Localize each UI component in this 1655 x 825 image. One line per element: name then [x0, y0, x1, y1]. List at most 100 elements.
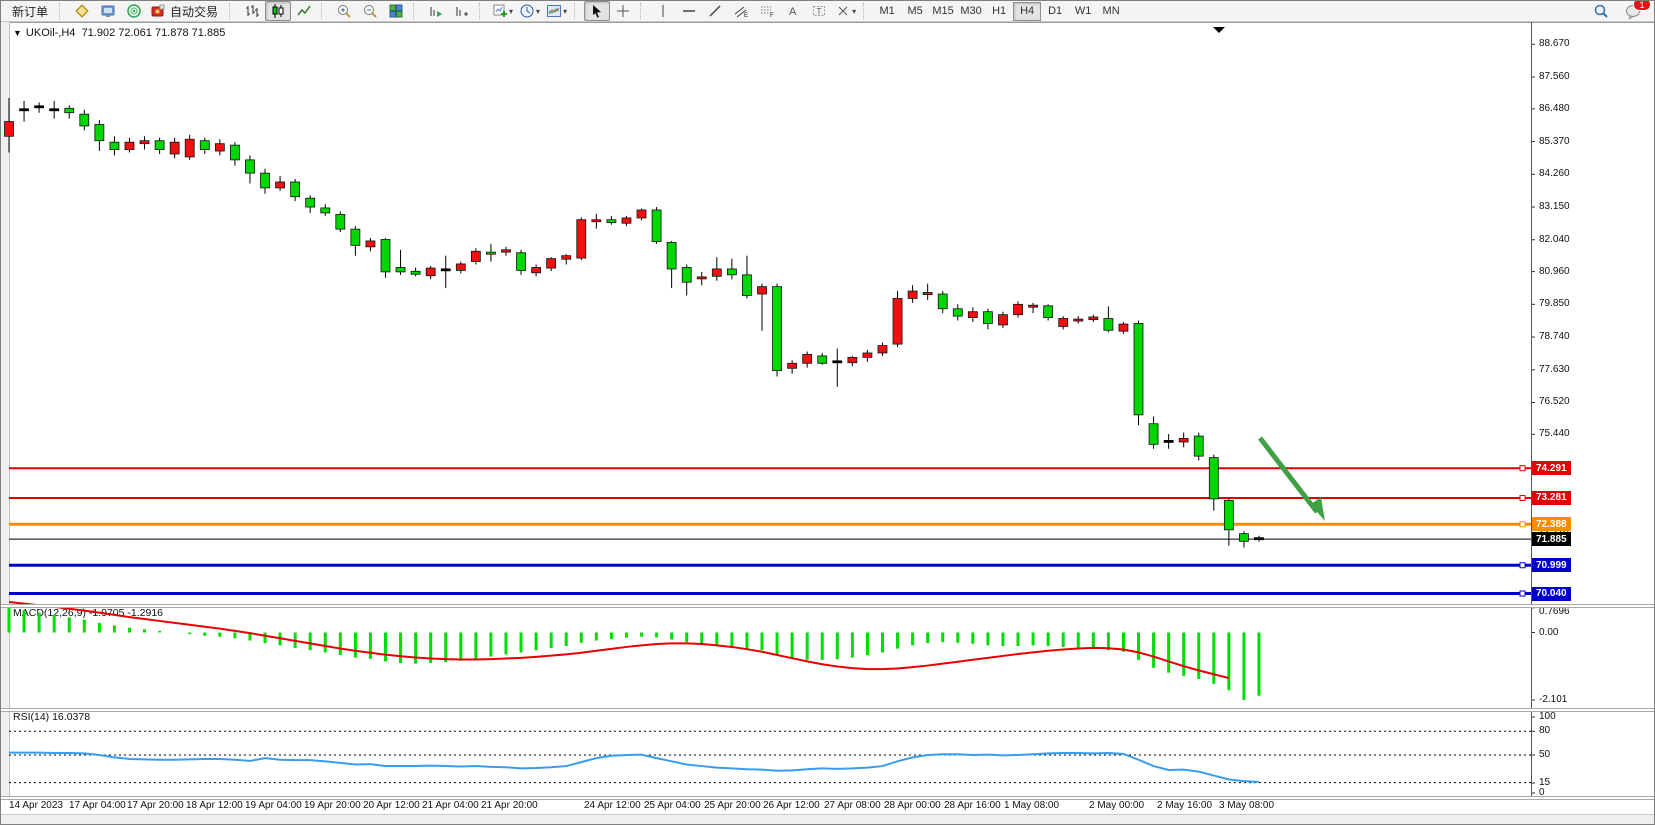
timeframe-button-M5[interactable]: M5: [901, 2, 929, 21]
new-order-button[interactable]: 新订单: [5, 1, 55, 21]
price-axis-border: [1531, 22, 1532, 798]
toolbar-separator: [229, 3, 235, 19]
pane-separator[interactable]: [1, 604, 1655, 608]
chat-button[interactable]: 1: [1620, 1, 1646, 21]
tile-windows-icon: [388, 3, 404, 19]
timeframe-group: M1M5M15M30H1H4D1W1MN: [873, 2, 1125, 21]
timeframe-button-M1[interactable]: M1: [873, 2, 901, 21]
pane-separator[interactable]: [1, 708, 1655, 712]
timeframe-button-M15[interactable]: M15: [929, 2, 957, 21]
shapes-icon: [835, 3, 851, 19]
line-chart-icon: [296, 3, 312, 19]
toolbar-separator: [479, 3, 485, 19]
time-tick-label: 2 May 16:00: [1157, 800, 1212, 811]
market-watch-button[interactable]: [95, 1, 121, 21]
time-tick-label: 20 Apr 12:00: [363, 800, 420, 811]
toolbar-separator: [321, 3, 327, 19]
price-line-badge: 73.281: [1532, 491, 1571, 505]
indicator-tick: -2.101: [1539, 694, 1567, 705]
text-label-button[interactable]: T: [806, 1, 832, 21]
zoom-out-button[interactable]: [357, 1, 383, 21]
text-button[interactable]: A: [780, 1, 806, 21]
crosshair-button[interactable]: [610, 1, 636, 21]
timeframe-button-H1[interactable]: H1: [985, 2, 1013, 21]
macd-label: MACD(12,26,9) -1.9705 -1.2916: [13, 607, 163, 619]
price-tick: 76.520: [1539, 396, 1570, 407]
shapes-button[interactable]: ▾: [832, 1, 859, 21]
auto-trading-button[interactable]: 自动交易: [147, 1, 225, 21]
price-tick: 86.480: [1539, 103, 1570, 114]
new-chart-button[interactable]: ▾: [489, 1, 516, 21]
ohlc-values: 71.902 72.061 71.878 71.885: [82, 27, 226, 39]
toolbar-separator: [640, 3, 646, 19]
search-icon: [1593, 3, 1609, 19]
text-icon: A: [785, 3, 801, 19]
fibonacci-button[interactable]: F: [754, 1, 780, 21]
signals-button[interactable]: [121, 1, 147, 21]
timeframe-button-W1[interactable]: W1: [1069, 2, 1097, 21]
window-bottom-edge: [1, 814, 1655, 825]
timeframe-button-M30[interactable]: M30: [957, 2, 985, 21]
trendline-icon: [707, 3, 723, 19]
chart-shift-icon: [454, 3, 470, 19]
time-tick-label: 19 Apr 20:00: [304, 800, 361, 811]
time-axis[interactable]: 14 Apr 202317 Apr 04:0017 Apr 20:0018 Ap…: [1, 798, 1655, 814]
candlestick-chart-button[interactable]: [265, 1, 291, 21]
order-book-button[interactable]: [69, 1, 95, 21]
toolbar-separator: [574, 3, 580, 19]
search-button[interactable]: [1588, 1, 1614, 21]
time-tick-label: 21 Apr 04:00: [422, 800, 479, 811]
time-tick-label: 24 Apr 12:00: [584, 800, 641, 811]
toolbar-separator: [863, 3, 869, 19]
vertical-line-button[interactable]: [650, 1, 676, 21]
zoom-in-icon: [336, 3, 352, 19]
text-label-icon: T: [811, 3, 827, 19]
time-tick-label: 19 Apr 04:00: [245, 800, 302, 811]
toolbar-separator: [413, 3, 419, 19]
equidistant-channel-button[interactable]: E: [728, 1, 754, 21]
zoom-in-button[interactable]: [331, 1, 357, 21]
timeframe-button-H4[interactable]: H4: [1013, 2, 1041, 21]
horizontal-line-button[interactable]: [676, 1, 702, 21]
chart-title: ▼ UKOil-,H4 71.902 72.061 71.878 71.885: [13, 27, 225, 39]
indicator-tick: 80: [1539, 725, 1550, 736]
crosshair-icon: [615, 3, 631, 19]
template-button[interactable]: ▾: [543, 1, 570, 21]
symbol-period-label: UKOil-,H4: [26, 27, 76, 39]
price-tick: 88.670: [1539, 38, 1570, 49]
timeframe-button-MN[interactable]: MN: [1097, 2, 1125, 21]
cursor-button[interactable]: [584, 1, 610, 21]
chart-shift-button[interactable]: [449, 1, 475, 21]
line-chart-button[interactable]: [291, 1, 317, 21]
cursor-icon: [589, 3, 605, 19]
price-tick: 83.150: [1539, 201, 1570, 212]
auto-scroll-button[interactable]: [423, 1, 449, 21]
main-toolbar: 新订单 自动交易 ▾ ▾ ▾ E F A T ▾: [1, 1, 1655, 22]
time-tick-label: 27 Apr 08:00: [824, 800, 881, 811]
chevron-down-icon: ▾: [536, 7, 540, 16]
svg-text:A: A: [789, 6, 797, 18]
svg-text:T: T: [817, 7, 822, 16]
price-line-badge: 74.291: [1532, 461, 1571, 475]
fibonacci-icon: F: [759, 3, 775, 19]
period-button[interactable]: ▾: [516, 1, 543, 21]
vertical-line-icon: [655, 3, 671, 19]
notification-badge: 1: [1633, 0, 1651, 11]
trading-terminal-window: 新订单 自动交易 ▾ ▾ ▾ E F A T ▾: [0, 0, 1655, 825]
bar-chart-button[interactable]: [239, 1, 265, 21]
chart-window[interactable]: [1, 22, 1655, 815]
trendline-button[interactable]: [702, 1, 728, 21]
window-left-gutter: [1, 22, 10, 814]
price-tick: 85.370: [1539, 136, 1570, 147]
time-tick-label: 2 May 00:00: [1089, 800, 1144, 811]
time-tick-label: 25 Apr 20:00: [704, 800, 761, 811]
price-tick: 79.850: [1539, 298, 1570, 309]
template-icon: [546, 3, 562, 19]
time-tick-label: 17 Apr 20:00: [127, 800, 184, 811]
collapse-triangle-icon: ▼: [13, 28, 22, 38]
order-book-icon: [74, 3, 90, 19]
time-tick-label: 28 Apr 00:00: [884, 800, 941, 811]
tile-windows-button[interactable]: [383, 1, 409, 21]
timeframe-button-D1[interactable]: D1: [1041, 2, 1069, 21]
svg-text:F: F: [770, 13, 774, 19]
